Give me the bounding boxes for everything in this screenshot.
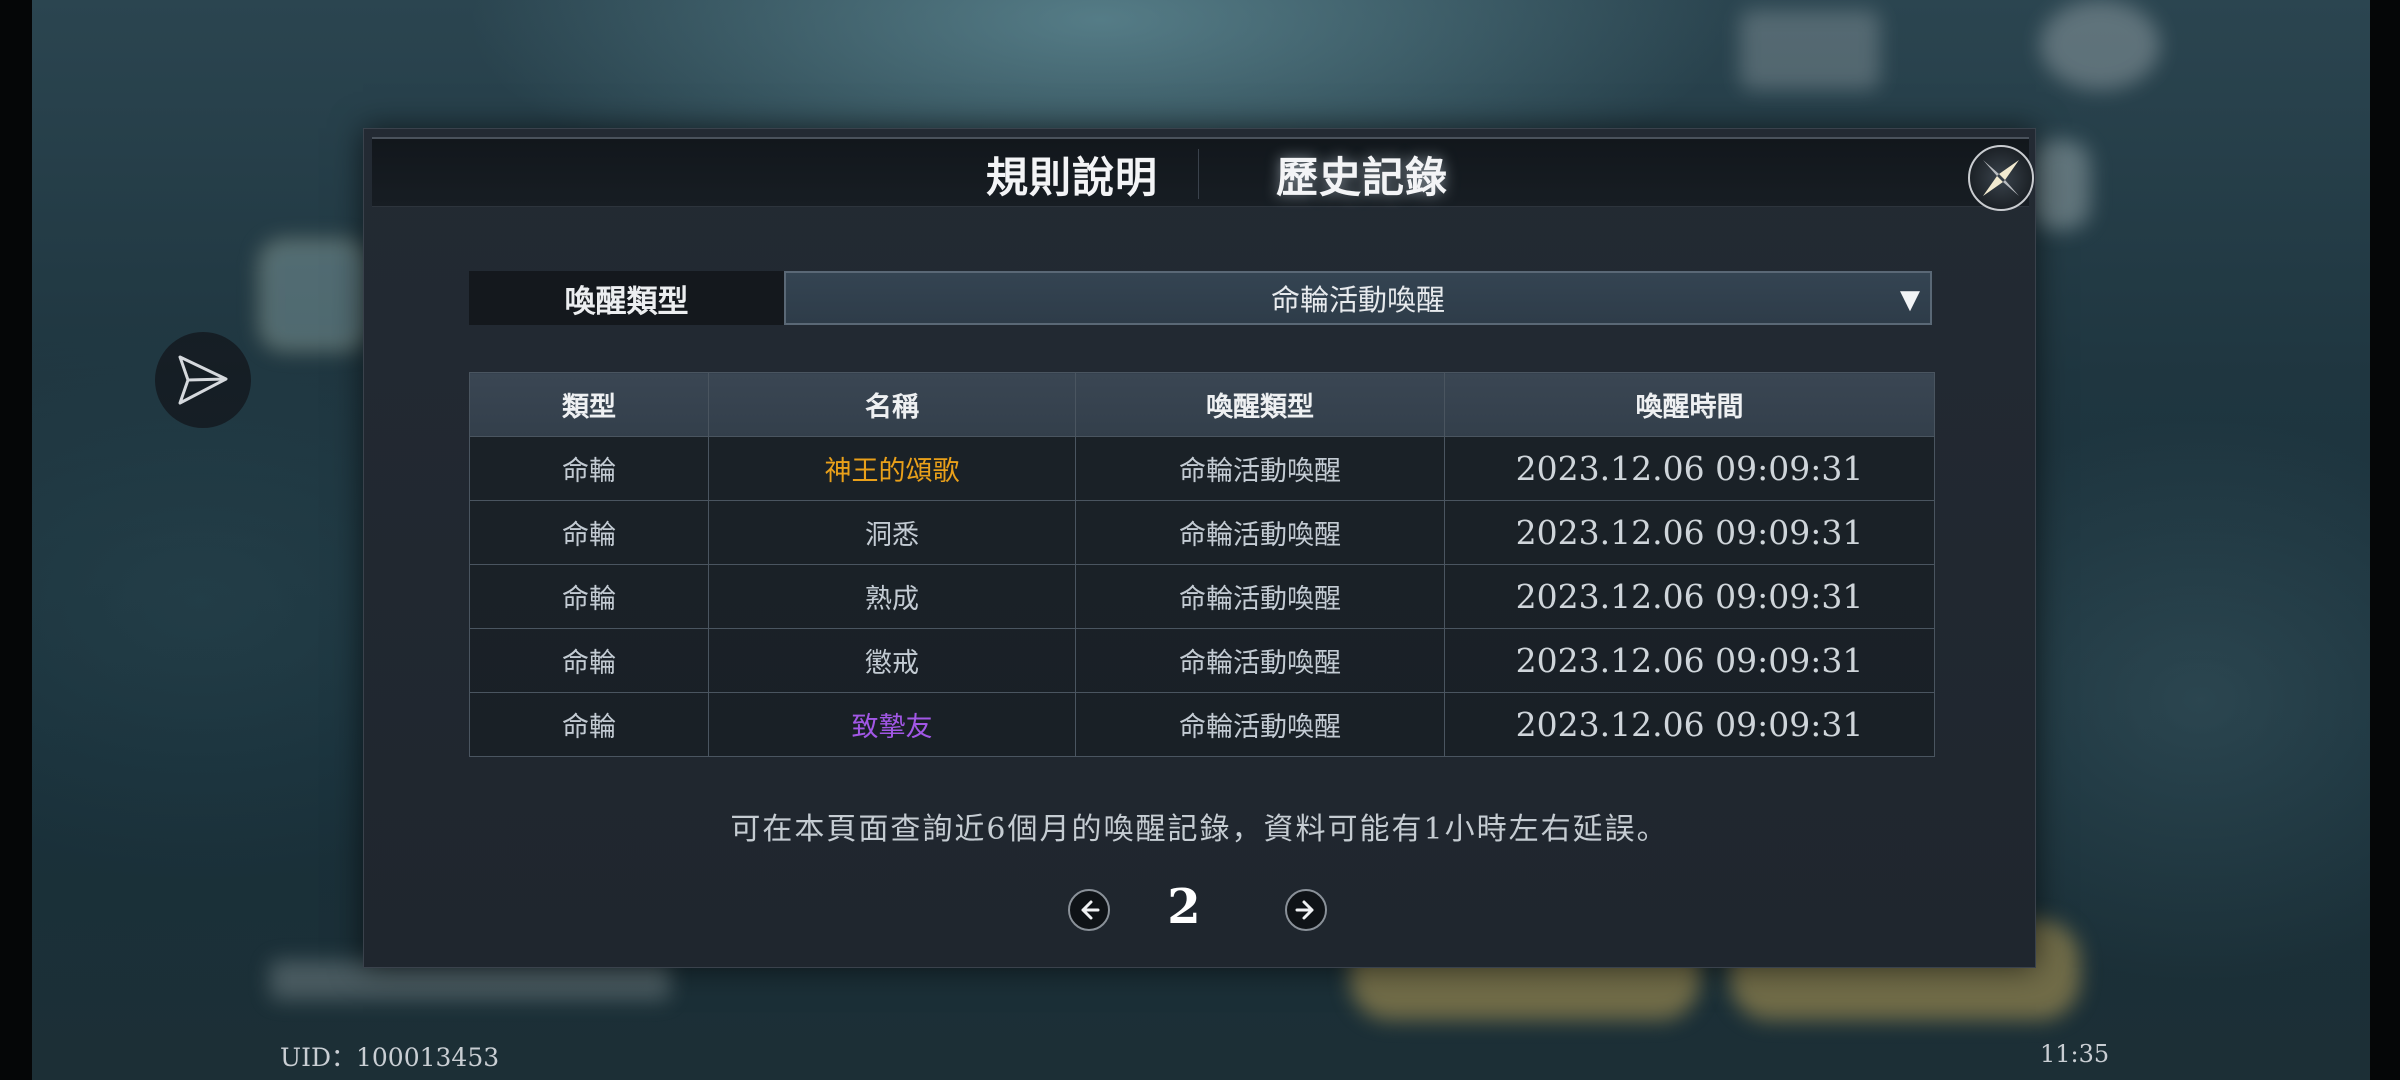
column-header-wake-type: 喚醒類型 bbox=[1075, 372, 1445, 437]
wake-type-dropdown[interactable]: 命輪活動喚醒 ▼ bbox=[784, 271, 1932, 325]
dialog-tab-bar: 規則說明 歷史記錄 bbox=[372, 137, 2034, 211]
cell-wake-type: 命輪活動喚醒 bbox=[1075, 436, 1445, 501]
next-page-button[interactable] bbox=[1285, 889, 1327, 931]
cell-type: 命輪 bbox=[469, 692, 709, 757]
history-notice-text: 可在本頁面查詢近6個月的喚醒記錄，資料可能有1小時左右延誤。 bbox=[730, 812, 1669, 847]
cell-name: 致摯友 bbox=[708, 692, 1076, 757]
table-row: 命輪 神王的頌歌 命輪活動喚醒 2023.12.06 09:09:31 bbox=[469, 436, 1935, 501]
column-header-type: 類型 bbox=[469, 372, 709, 437]
paper-plane-icon bbox=[178, 355, 228, 405]
column-header-name: 名稱 bbox=[708, 372, 1076, 437]
awakening-record-dialog: 規則說明 歷史記錄 喚醒類型 命輪活動喚醒 ▼ 類型 名稱 喚醒類型 喚醒時間 bbox=[363, 128, 2036, 968]
tab-history[interactable]: 歷史記錄 bbox=[1197, 145, 1527, 203]
cell-wake-type: 命輪活動喚醒 bbox=[1075, 692, 1445, 757]
cell-name: 神王的頌歌 bbox=[708, 436, 1076, 501]
cell-time: 2023.12.06 09:09:31 bbox=[1444, 692, 1935, 757]
dropdown-arrow-icon: ▼ bbox=[1900, 285, 1920, 315]
pagination: 2 bbox=[364, 879, 2035, 939]
awakening-history-table: 類型 名稱 喚醒類型 喚醒時間 命輪 神王的頌歌 命輪活動喚醒 2023.12.… bbox=[469, 372, 1935, 757]
arrow-left-icon bbox=[1081, 900, 1100, 920]
cell-time: 2023.12.06 09:09:31 bbox=[1444, 500, 1935, 565]
table-header-row: 類型 名稱 喚醒類型 喚醒時間 bbox=[469, 372, 1935, 437]
close-button[interactable] bbox=[1968, 145, 2034, 211]
wake-type-selected-value: 命輪活動喚醒 bbox=[1270, 283, 1445, 317]
table-row: 命輪 懲戒 命輪活動喚醒 2023.12.06 09:09:31 bbox=[469, 628, 1935, 693]
tab-rules[interactable]: 規則說明 bbox=[932, 145, 1212, 203]
cell-type: 命輪 bbox=[469, 564, 709, 629]
cell-time: 2023.12.06 09:09:31 bbox=[1444, 564, 1935, 629]
cell-name: 懲戒 bbox=[708, 628, 1076, 693]
cell-wake-type: 命輪活動喚醒 bbox=[1075, 564, 1445, 629]
cell-wake-type: 命輪活動喚醒 bbox=[1075, 500, 1445, 565]
player-uid: UID：100013453 bbox=[280, 1043, 500, 1072]
table-row: 命輪 熟成 命輪活動喚醒 2023.12.06 09:09:31 bbox=[469, 564, 1935, 629]
cell-name: 洞悉 bbox=[708, 500, 1076, 565]
column-header-wake-time: 喚醒時間 bbox=[1444, 372, 1935, 437]
close-compass-icon bbox=[1983, 160, 2019, 196]
game-clock: 11:35 bbox=[2040, 1040, 2110, 1068]
table-row: 命輪 致摯友 命輪活動喚醒 2023.12.06 09:09:31 bbox=[469, 692, 1935, 757]
table-row: 命輪 洞悉 命輪活動喚醒 2023.12.06 09:09:31 bbox=[469, 500, 1935, 565]
arrow-right-icon bbox=[1295, 900, 1314, 920]
cell-wake-type: 命輪活動喚醒 bbox=[1075, 628, 1445, 693]
wake-type-filter-label: 喚醒類型 bbox=[469, 271, 784, 325]
cell-type: 命輪 bbox=[469, 628, 709, 693]
cell-type: 命輪 bbox=[469, 436, 709, 501]
cell-name: 熟成 bbox=[708, 564, 1076, 629]
cell-time: 2023.12.06 09:09:31 bbox=[1444, 628, 1935, 693]
share-button[interactable] bbox=[155, 332, 251, 428]
cell-type: 命輪 bbox=[469, 500, 709, 565]
previous-page-button[interactable] bbox=[1068, 889, 1110, 931]
cell-time: 2023.12.06 09:09:31 bbox=[1444, 436, 1935, 501]
current-page-number: 2 bbox=[1167, 879, 1201, 935]
